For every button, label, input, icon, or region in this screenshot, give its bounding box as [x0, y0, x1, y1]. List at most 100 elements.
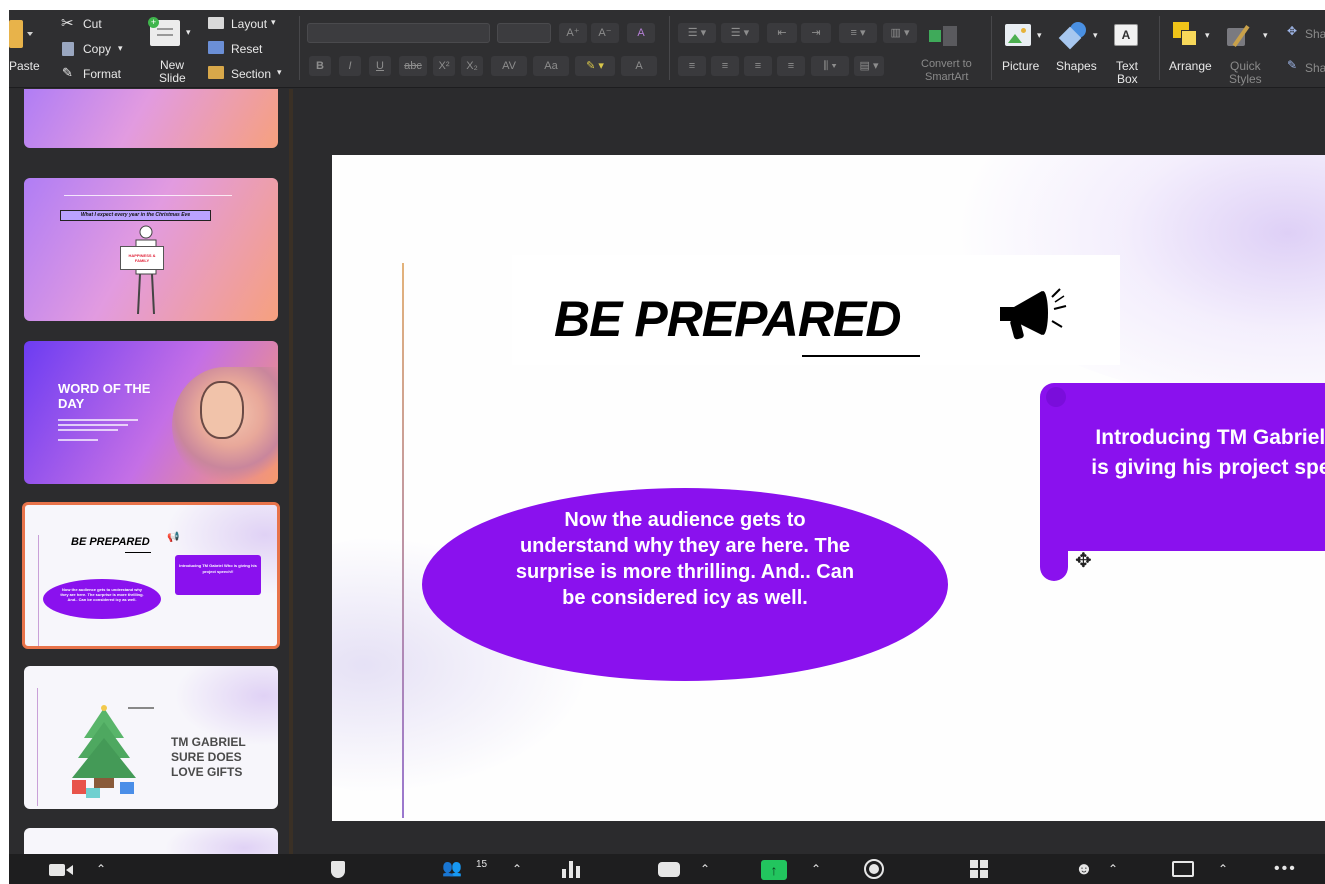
char-spacing-button[interactable]: AV: [491, 56, 527, 76]
arrange-icon[interactable]: [1173, 22, 1199, 48]
align-center-button[interactable]: ≡: [711, 56, 739, 76]
align-right-button[interactable]: ≡: [744, 56, 772, 76]
superscript-button[interactable]: X²: [433, 56, 455, 76]
shape-fill-icon[interactable]: ✥: [1287, 24, 1297, 38]
apps-grid-icon[interactable]: [970, 860, 988, 878]
view-screen-icon[interactable]: [1172, 861, 1194, 877]
italic-button[interactable]: I: [339, 56, 361, 76]
shapes-chevron-icon[interactable]: ▾: [1093, 30, 1098, 41]
reset-button[interactable]: Reset: [231, 42, 262, 56]
chat-chevron-icon[interactable]: ⌃: [700, 858, 710, 880]
slide-thumbnail-5[interactable]: TM GABRIEL SURE DOES LOVE GIFTS: [24, 666, 278, 809]
thumbnail-sign-text: HAPPINESS & FAMILY: [128, 253, 156, 263]
format-painter-button[interactable]: Format: [83, 67, 121, 81]
subscript-button[interactable]: X₂: [461, 56, 483, 76]
decrease-indent-button[interactable]: ⇤: [767, 23, 797, 43]
paste-button[interactable]: Paste: [9, 59, 40, 73]
shapes-button[interactable]: Shapes: [1056, 59, 1097, 73]
smartart-icon[interactable]: [929, 26, 959, 46]
increase-font-button[interactable]: A⁺: [559, 23, 587, 43]
arrange-button[interactable]: Arrange: [1169, 59, 1212, 73]
underline-button[interactable]: U: [369, 56, 391, 76]
shapes-icon[interactable]: [1058, 22, 1090, 50]
scroll-tail: [1040, 535, 1068, 581]
columns-button[interactable]: ▥ ▾: [883, 23, 917, 43]
section-button[interactable]: Section: [231, 67, 271, 81]
align-text-button[interactable]: ▤ ▾: [854, 56, 884, 76]
slide-title[interactable]: BE PREPARED: [554, 290, 901, 348]
justify-button[interactable]: ≡: [777, 56, 805, 76]
scroll-box-text[interactable]: Introducing TM Gabriel Who is giving his…: [1086, 423, 1325, 483]
arrange-chevron-icon[interactable]: ▾: [1205, 30, 1210, 41]
ellipse-text[interactable]: Now the audience gets to understand why …: [510, 507, 860, 611]
more-options-icon[interactable]: •••: [1274, 858, 1297, 880]
paste-icon[interactable]: [9, 20, 23, 48]
slide-thumbnail-2[interactable]: What I expect every year in the Christma…: [24, 178, 278, 321]
convert-smartart-button-line2[interactable]: SmartArt: [925, 71, 968, 83]
slide-thumbnail-panel[interactable]: What I expect every year in the Christma…: [9, 89, 293, 854]
increase-indent-button[interactable]: ⇥: [801, 23, 831, 43]
section-chevron-icon[interactable]: ▾: [277, 67, 282, 78]
picture-chevron-icon[interactable]: ▾: [1037, 30, 1042, 41]
new-slide-button-line2[interactable]: Slide: [159, 71, 186, 85]
slide-thumbnail-3[interactable]: WORD OF THE DAY: [24, 341, 278, 484]
copy-chevron-icon[interactable]: ▾: [118, 43, 123, 54]
slide-thumbnail-1[interactable]: [24, 89, 278, 148]
shape-outline-icon[interactable]: ✎: [1287, 58, 1297, 72]
picture-button[interactable]: Picture: [1002, 59, 1039, 73]
line-spacing-button[interactable]: ≡ ▾: [839, 23, 877, 43]
new-slide-chevron-icon[interactable]: ▾: [186, 27, 191, 38]
convert-smartart-button[interactable]: Convert to: [921, 58, 972, 70]
copy-button[interactable]: Copy: [83, 42, 111, 56]
cut-button[interactable]: Cut: [83, 17, 102, 31]
slide-thumbnail-6[interactable]: [24, 828, 278, 854]
quick-styles-button-line2[interactable]: Styles: [1229, 72, 1262, 86]
font-color-button[interactable]: A: [621, 56, 657, 76]
decrease-font-button[interactable]: A⁻: [591, 23, 619, 43]
record-icon[interactable]: [864, 859, 884, 879]
polls-chart-icon[interactable]: [562, 861, 582, 878]
purple-scroll-box[interactable]: Introducing TM Gabriel Who is giving his…: [1040, 383, 1325, 551]
shape-fill-button[interactable]: Sha: [1305, 27, 1325, 41]
new-slide-icon[interactable]: +: [148, 17, 180, 46]
change-case-button[interactable]: Aa: [533, 56, 569, 76]
strikethrough-button[interactable]: abc: [399, 56, 427, 76]
text-box-icon[interactable]: A: [1114, 24, 1138, 46]
numbering-button[interactable]: ☰ ▾: [721, 23, 759, 43]
text-box-button-line2[interactable]: Box: [1117, 72, 1138, 86]
slide-editing-canvas[interactable]: BE PREPARED Now the audience gets to und…: [305, 89, 1325, 854]
layout-button[interactable]: Layout: [231, 17, 267, 31]
quick-styles-icon[interactable]: [1227, 24, 1257, 48]
ribbon-divider: [1159, 16, 1160, 80]
video-camera-icon[interactable]: [49, 864, 65, 876]
align-left-button[interactable]: ≡: [678, 56, 706, 76]
picture-icon[interactable]: [1005, 24, 1031, 46]
quick-styles-chevron-icon[interactable]: ▾: [1263, 30, 1268, 41]
highlight-button[interactable]: ✎ ▾: [575, 56, 615, 76]
video-chevron-icon[interactable]: ⌃: [96, 858, 106, 880]
reactions-smiley-icon[interactable]: ☻: [1075, 858, 1093, 880]
share-chevron-icon[interactable]: ⌃: [811, 858, 821, 880]
participants-icon[interactable]: 👥: [442, 858, 462, 880]
text-box-button[interactable]: Text: [1116, 59, 1138, 73]
text-direction-button[interactable]: ⫼ ▾: [811, 56, 849, 76]
reactions-chevron-icon[interactable]: ⌃: [1108, 858, 1118, 880]
current-slide[interactable]: BE PREPARED Now the audience gets to und…: [332, 155, 1325, 821]
security-shield-icon[interactable]: [331, 861, 345, 878]
purple-ellipse-shape[interactable]: Now the audience gets to understand why …: [422, 488, 948, 681]
chevron-down-icon[interactable]: [27, 32, 33, 36]
shape-outline-button[interactable]: Sha: [1305, 61, 1325, 75]
slide-thumbnail-4-selected[interactable]: BE PREPARED 📢 Introducing TM Gabriel Who…: [22, 502, 280, 649]
new-slide-button[interactable]: New: [160, 58, 184, 72]
clear-format-button[interactable]: A: [627, 23, 655, 43]
quick-styles-button[interactable]: Quick: [1230, 59, 1261, 73]
share-screen-icon[interactable]: ↑: [761, 860, 787, 880]
bullets-button[interactable]: ☰ ▾: [678, 23, 716, 43]
chat-bubble-icon[interactable]: [658, 862, 680, 877]
font-size-dropdown[interactable]: [497, 23, 551, 43]
view-chevron-icon[interactable]: ⌃: [1218, 858, 1228, 880]
layout-chevron-icon[interactable]: ▾: [271, 17, 276, 28]
bold-button[interactable]: B: [309, 56, 331, 76]
font-name-dropdown[interactable]: [307, 23, 490, 43]
participants-chevron-icon[interactable]: ⌃: [512, 858, 522, 880]
